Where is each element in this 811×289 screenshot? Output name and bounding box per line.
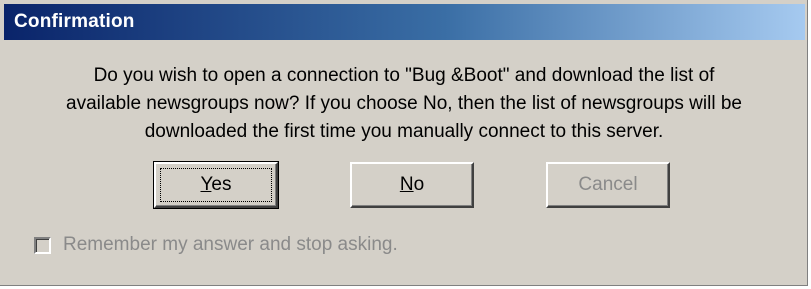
yes-button-label: Yes bbox=[200, 174, 231, 196]
confirmation-dialog: Confirmation Do you wish to open a conne… bbox=[0, 0, 808, 286]
remember-answer-row[interactable]: Remember my answer and stop asking. bbox=[34, 234, 398, 256]
message-line: Do you wish to open a connection to "Bug… bbox=[93, 65, 715, 86]
no-mnemonic: N bbox=[399, 174, 414, 195]
message-line: downloaded the first time you manually c… bbox=[144, 121, 664, 142]
cancel-button-label: Cancel bbox=[578, 174, 638, 195]
cancel-button[interactable]: Cancel bbox=[546, 162, 670, 208]
yes-label-rest: es bbox=[211, 174, 232, 195]
no-button[interactable]: No bbox=[350, 162, 474, 208]
no-button-label: No bbox=[400, 174, 424, 196]
yes-mnemonic: Y bbox=[200, 174, 212, 195]
confirmation-message: Do you wish to open a connection to "Bug… bbox=[0, 62, 808, 146]
remember-answer-checkbox[interactable] bbox=[34, 236, 51, 254]
yes-button[interactable]: Yes bbox=[153, 161, 279, 209]
title-bar[interactable]: Confirmation bbox=[4, 4, 805, 40]
message-line: available newsgroups now? If you choose … bbox=[66, 93, 742, 114]
dialog-title: Confirmation bbox=[14, 11, 135, 32]
no-label-rest: o bbox=[413, 174, 425, 195]
remember-answer-label: Remember my answer and stop asking. bbox=[63, 234, 398, 255]
